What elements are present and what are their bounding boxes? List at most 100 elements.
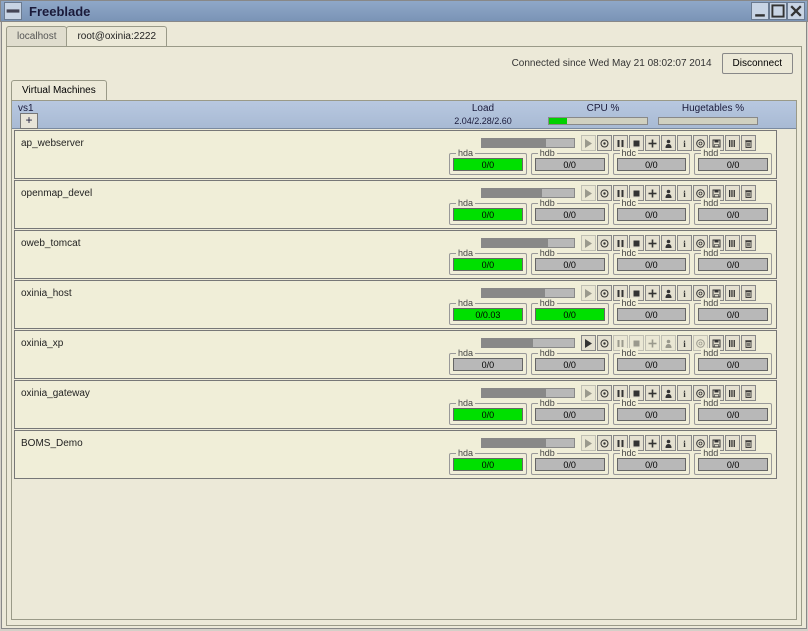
cross-button[interactable]	[645, 435, 660, 451]
info-button[interactable]	[677, 435, 692, 451]
disk-label: hdc	[620, 448, 639, 458]
cross-button	[645, 335, 660, 351]
hugetables-bar	[658, 117, 768, 125]
disk-group-hdd: hdd 0/0	[694, 303, 772, 325]
vm-usage-bar	[481, 138, 575, 148]
trash-button[interactable]	[741, 235, 756, 251]
disk-io-bar: 0/0	[453, 408, 523, 421]
vm-row: openmap_devel hda 0/0 hdb 0/0 hdc 0/0 hd…	[14, 180, 777, 229]
play-button	[581, 185, 596, 201]
connection-tab-remote[interactable]: root@oxinia:2222	[66, 26, 167, 46]
cross-button[interactable]	[645, 135, 660, 151]
person-button[interactable]	[661, 235, 676, 251]
info-button[interactable]	[677, 335, 692, 351]
vm-disks: hda 0/0 hdb 0/0 hdc 0/0 hdd 0/0	[19, 353, 772, 375]
vm-disks: hda 0/0.03 hdb 0/0 hdc 0/0 hdd 0/0	[19, 303, 772, 325]
trash-button[interactable]	[741, 385, 756, 401]
disk-label: hdc	[620, 198, 639, 208]
person-button[interactable]	[661, 135, 676, 151]
disk-label: hdc	[620, 148, 639, 158]
cross-button[interactable]	[645, 385, 660, 401]
close-button[interactable]	[787, 2, 805, 20]
vm-toolbar	[581, 385, 756, 401]
cpu-label: CPU %	[548, 103, 658, 114]
vm-list[interactable]: ap_webserver hda 0/0 hdb 0/0 hdc 0/0 hdd…	[12, 129, 796, 620]
vm-disks: hda 0/0 hdb 0/0 hdc 0/0 hdd 0/0	[19, 403, 772, 425]
target-button[interactable]	[597, 235, 612, 251]
vm-name: oweb_tomcat	[19, 238, 481, 249]
vm-row: ap_webserver hda 0/0 hdb 0/0 hdc 0/0 hdd…	[14, 130, 777, 179]
minimize-button[interactable]	[751, 2, 769, 20]
vm-disks: hda 0/0 hdb 0/0 hdc 0/0 hdd 0/0	[19, 153, 772, 175]
disk-label: hdd	[701, 148, 720, 158]
trash-button[interactable]	[741, 435, 756, 451]
disk-group-hdc: hdc 0/0	[613, 253, 691, 275]
disk-label: hdd	[701, 198, 720, 208]
disk-io-bar: 0/0	[698, 358, 768, 371]
vm-toolbar	[581, 235, 756, 251]
info-button[interactable]	[677, 135, 692, 151]
info-button[interactable]	[677, 185, 692, 201]
tab-virtual-machines[interactable]: Virtual Machines	[11, 80, 107, 100]
bars-button[interactable]	[725, 335, 740, 351]
target-button[interactable]	[597, 135, 612, 151]
add-vm-button[interactable]: +	[20, 113, 38, 129]
disk-label: hdb	[538, 298, 557, 308]
disk-group-hdb: hdb 0/0	[531, 153, 609, 175]
bars-button[interactable]	[725, 135, 740, 151]
disk-label: hda	[456, 148, 475, 158]
target-button[interactable]	[597, 435, 612, 451]
disk-io-bar: 0/0	[535, 308, 605, 321]
disconnect-button[interactable]: Disconnect	[722, 53, 793, 74]
disk-io-bar: 0/0	[617, 308, 687, 321]
disk-group-hdc: hdc 0/0	[613, 303, 691, 325]
info-button[interactable]	[677, 285, 692, 301]
person-button[interactable]	[661, 435, 676, 451]
target-button[interactable]	[597, 285, 612, 301]
disk-label: hda	[456, 248, 475, 258]
info-button[interactable]	[677, 385, 692, 401]
disk-label: hdc	[620, 248, 639, 258]
target-button[interactable]	[597, 385, 612, 401]
bars-button[interactable]	[725, 235, 740, 251]
play-button	[581, 385, 596, 401]
target-button[interactable]	[597, 335, 612, 351]
disk-group-hdd: hdd 0/0	[694, 203, 772, 225]
disk-group-hdd: hdd 0/0	[694, 403, 772, 425]
disk-io-bar: 0/0	[453, 358, 523, 371]
play-button	[581, 235, 596, 251]
connection-tab-localhost[interactable]: localhost	[6, 26, 67, 46]
trash-button[interactable]	[741, 135, 756, 151]
disk-group-hdb: hdb 0/0	[531, 253, 609, 275]
disk-group-hdc: hdc 0/0	[613, 153, 691, 175]
disk-io-bar: 0/0	[617, 408, 687, 421]
disk-io-bar: 0/0	[698, 208, 768, 221]
info-button[interactable]	[677, 235, 692, 251]
disk-io-bar: 0/0	[535, 208, 605, 221]
bars-button[interactable]	[725, 435, 740, 451]
disk-group-hda: hda 0/0.03	[449, 303, 527, 325]
cross-button[interactable]	[645, 285, 660, 301]
trash-button[interactable]	[741, 335, 756, 351]
bars-button[interactable]	[725, 285, 740, 301]
bars-button[interactable]	[725, 385, 740, 401]
target-button[interactable]	[597, 185, 612, 201]
cross-button[interactable]	[645, 235, 660, 251]
disk-io-bar: 0/0	[698, 158, 768, 171]
disk-io-bar: 0/0	[453, 258, 523, 271]
person-button[interactable]	[661, 385, 676, 401]
play-button[interactable]	[581, 335, 596, 351]
system-menu-button[interactable]	[4, 2, 22, 20]
cpu-bar	[548, 117, 658, 125]
maximize-button[interactable]	[769, 2, 787, 20]
trash-button[interactable]	[741, 185, 756, 201]
disk-label: hdc	[620, 298, 639, 308]
cross-button[interactable]	[645, 185, 660, 201]
play-button	[581, 135, 596, 151]
vm-name: ap_webserver	[19, 138, 481, 149]
person-button[interactable]	[661, 185, 676, 201]
disk-io-bar: 0/0	[698, 258, 768, 271]
trash-button[interactable]	[741, 285, 756, 301]
bars-button[interactable]	[725, 185, 740, 201]
person-button[interactable]	[661, 285, 676, 301]
